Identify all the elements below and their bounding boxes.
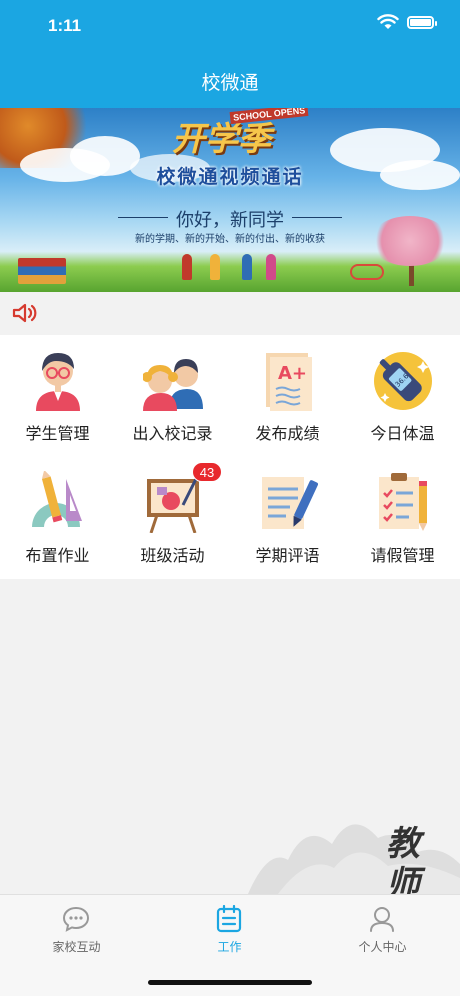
books-illustration bbox=[18, 258, 66, 284]
tab-profile[interactable]: 个人中心 bbox=[306, 895, 459, 965]
grid-item-label: 学生管理 bbox=[25, 426, 90, 443]
grid-item-label: 班级活动 bbox=[140, 548, 205, 565]
document-pen-icon bbox=[262, 477, 318, 529]
kid-illustration bbox=[182, 254, 192, 280]
status-icons bbox=[377, 14, 437, 30]
people-icon bbox=[143, 359, 203, 411]
tab-work[interactable]: 工作 bbox=[153, 895, 306, 965]
student-icon bbox=[36, 353, 80, 411]
wifi-icon bbox=[377, 14, 399, 29]
grid-item-daily-temperature[interactable]: 36.6 今日体温 bbox=[345, 335, 460, 457]
checklist-icon bbox=[379, 473, 427, 531]
cherry-tree-illustration bbox=[370, 216, 450, 266]
grid-item-student-management[interactable]: 学生管理 bbox=[0, 335, 115, 457]
speaker-icon bbox=[12, 303, 37, 323]
grade-paper-icon: A+ bbox=[266, 353, 312, 411]
svg-text:A+: A+ bbox=[278, 363, 307, 384]
home-indicator bbox=[148, 980, 312, 985]
function-grid: 学生管理 出入校记录 A+ 发布成绩 36.6 今日体温 布置作业 43 班级活… bbox=[0, 335, 460, 579]
grid-item-label: 出入校记录 bbox=[132, 426, 213, 443]
grid-item-assign-homework[interactable]: 布置作业 bbox=[0, 457, 115, 579]
notice-bar[interactable] bbox=[0, 292, 460, 335]
page-title: 校微通 bbox=[201, 73, 259, 94]
grid-item-label: 学期评语 bbox=[255, 548, 320, 565]
kid-illustration bbox=[266, 254, 276, 280]
top-bar: 1:11 校微通 bbox=[0, 0, 460, 108]
kid-illustration bbox=[210, 254, 220, 280]
kid-illustration bbox=[242, 254, 252, 280]
grid-item-label: 请假管理 bbox=[370, 548, 435, 565]
notification-badge: 43 bbox=[192, 462, 222, 482]
work-clipboard-icon bbox=[216, 905, 242, 933]
tab-home-school[interactable]: 家校互动 bbox=[0, 895, 153, 965]
grid-item-class-activities[interactable]: 43 班级活动 bbox=[115, 457, 230, 579]
tab-label: 个人中心 bbox=[358, 940, 407, 954]
thermometer-icon: 36.6 bbox=[374, 352, 432, 410]
tab-label: 家校互动 bbox=[52, 940, 101, 954]
ruler-pencil-icon bbox=[32, 471, 82, 527]
status-time: 1:11 bbox=[48, 16, 82, 35]
grid-item-leave-management[interactable]: 请假管理 bbox=[345, 457, 460, 579]
banner[interactable]: 开学季 SCHOOL OPENS 校微通视频通话 你好，新同学 新的学期、新的开… bbox=[0, 108, 460, 292]
battery-icon bbox=[407, 15, 437, 29]
calligraphy-decoration: 教师 bbox=[386, 824, 420, 904]
grid-item-semester-comments[interactable]: 学期评语 bbox=[230, 457, 345, 579]
grid-item-label: 今日体温 bbox=[370, 426, 435, 443]
easel-icon bbox=[147, 476, 199, 533]
tab-bar: 家校互动 工作 个人中心 bbox=[0, 894, 460, 996]
grid-item-label: 发布成绩 bbox=[255, 426, 320, 443]
grid-item-publish-grades[interactable]: A+ 发布成绩 bbox=[230, 335, 345, 457]
chat-icon bbox=[62, 906, 90, 932]
grid-item-label: 布置作业 bbox=[25, 548, 90, 565]
person-icon bbox=[370, 907, 394, 932]
grid-item-entry-exit-records[interactable]: 出入校记录 bbox=[115, 335, 230, 457]
bicycle-illustration bbox=[350, 264, 384, 280]
tab-label: 工作 bbox=[217, 940, 242, 954]
banner-headline: 校微通视频通话 bbox=[156, 167, 304, 188]
